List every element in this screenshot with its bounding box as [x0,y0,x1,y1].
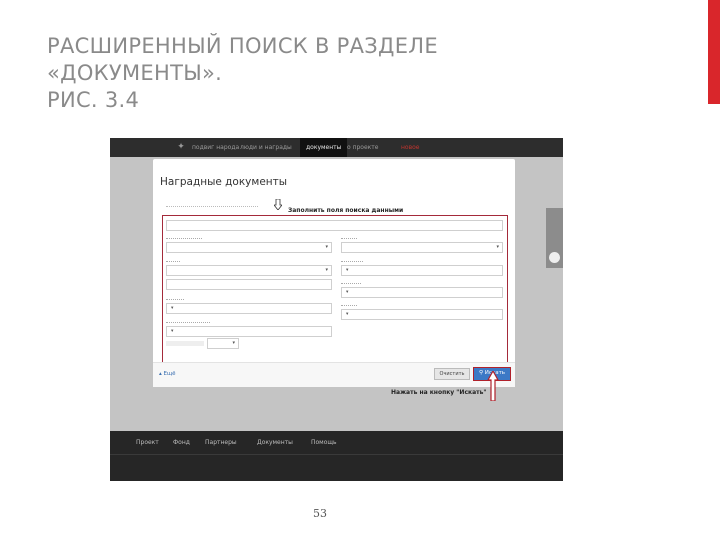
nav-item-feat[interactable]: подвиг народа [192,138,239,157]
top-navigation: ✦ подвиг народа люди и награды документы… [110,138,563,157]
doc-type-label [166,234,202,239]
year-label [166,318,210,323]
more-options-link[interactable]: ▴ Ещё [159,371,176,377]
nav-item-about[interactable]: о проекте [347,138,378,157]
share-icon[interactable] [549,252,560,263]
doc-type-select[interactable]: ▾ [166,242,332,253]
footer-link-fund[interactable]: Фонд [173,439,190,446]
slide-title-line-1: РАСШИРЕННЫЙ ПОИСК В РАЗДЕЛЕ [47,34,438,58]
callout-press-search: Нажать на кнопку "Искать" [391,389,487,396]
website-screenshot: ✦ подвиг народа люди и награды документы… [110,138,563,481]
inventory-label [341,257,363,262]
keyword-label [166,295,184,300]
up-arrow-icon [487,371,499,401]
nav-item-people[interactable]: люди и награды [240,138,292,157]
per-page-select[interactable]: ▾ [207,338,239,349]
inventory-prefix: ▾ [346,268,349,273]
keyword-field[interactable]: ▾ [166,303,332,314]
site-footer: Проект Фонд Партнеры Документы Помощь [110,431,563,481]
accent-bar [708,0,720,104]
date-label [341,301,357,306]
archive-label [341,234,357,239]
more-options-label: Ещё [163,371,176,377]
social-side-widget[interactable] [546,208,563,268]
year-field[interactable]: ▾ [166,326,332,337]
slide-title-line-3: РИС. 3.4 [47,88,140,112]
page-number: 53 [313,507,327,520]
nav-item-new[interactable]: новое [401,138,420,157]
case-field[interactable]: ▾ [341,287,503,298]
search-card: Наградные документы Заполнить поля поиск… [153,159,515,387]
down-arrow-icon [274,199,282,210]
fund-select[interactable]: ▾ [166,265,332,276]
fund-name-input[interactable] [166,279,332,290]
slide-title-line-2: «ДОКУМЕНТЫ». [47,61,223,85]
page-title: Наградные документы [160,176,288,188]
footer-link-partners[interactable]: Партнеры [205,439,237,446]
keyword-prefix: ▾ [171,306,174,311]
chevron-down-icon: ▾ [325,244,328,250]
date-field[interactable]: ▾ [341,309,503,320]
year-prefix: ▾ [171,329,174,334]
search-form-highlight: ▾ ▾ ▾ ▾ ▾ ▾ ▾ ▾ ▾ [162,215,508,383]
slide-title: РАСШИРЕННЫЙ ПОИСК В РАЗДЕЛЕ «ДОКУМЕНТЫ».… [47,33,647,114]
footer-link-project[interactable]: Проект [136,439,159,446]
case-prefix: ▾ [346,290,349,295]
search-hint-line [166,206,258,207]
chevron-down-icon: ▾ [232,340,235,346]
inventory-field[interactable]: ▾ [341,265,503,276]
footer-link-help[interactable]: Помощь [311,439,337,446]
nav-item-documents[interactable]: документы [300,138,348,157]
callout-fill-fields: Заполнить поля поиска данными [288,207,404,214]
fulltext-search-input[interactable] [166,220,503,231]
eagle-logo-icon: ✦ [177,142,185,152]
chevron-down-icon: ▾ [325,267,328,273]
footer-divider [110,454,563,455]
date-prefix: ▾ [346,312,349,317]
case-label [341,279,361,284]
per-page-label [166,341,204,346]
archive-select[interactable]: ▾ [341,242,503,253]
reset-button[interactable]: Очистить [434,368,470,380]
fund-label [166,257,180,262]
footer-link-documents[interactable]: Документы [257,439,293,446]
chevron-down-icon: ▾ [496,244,499,250]
